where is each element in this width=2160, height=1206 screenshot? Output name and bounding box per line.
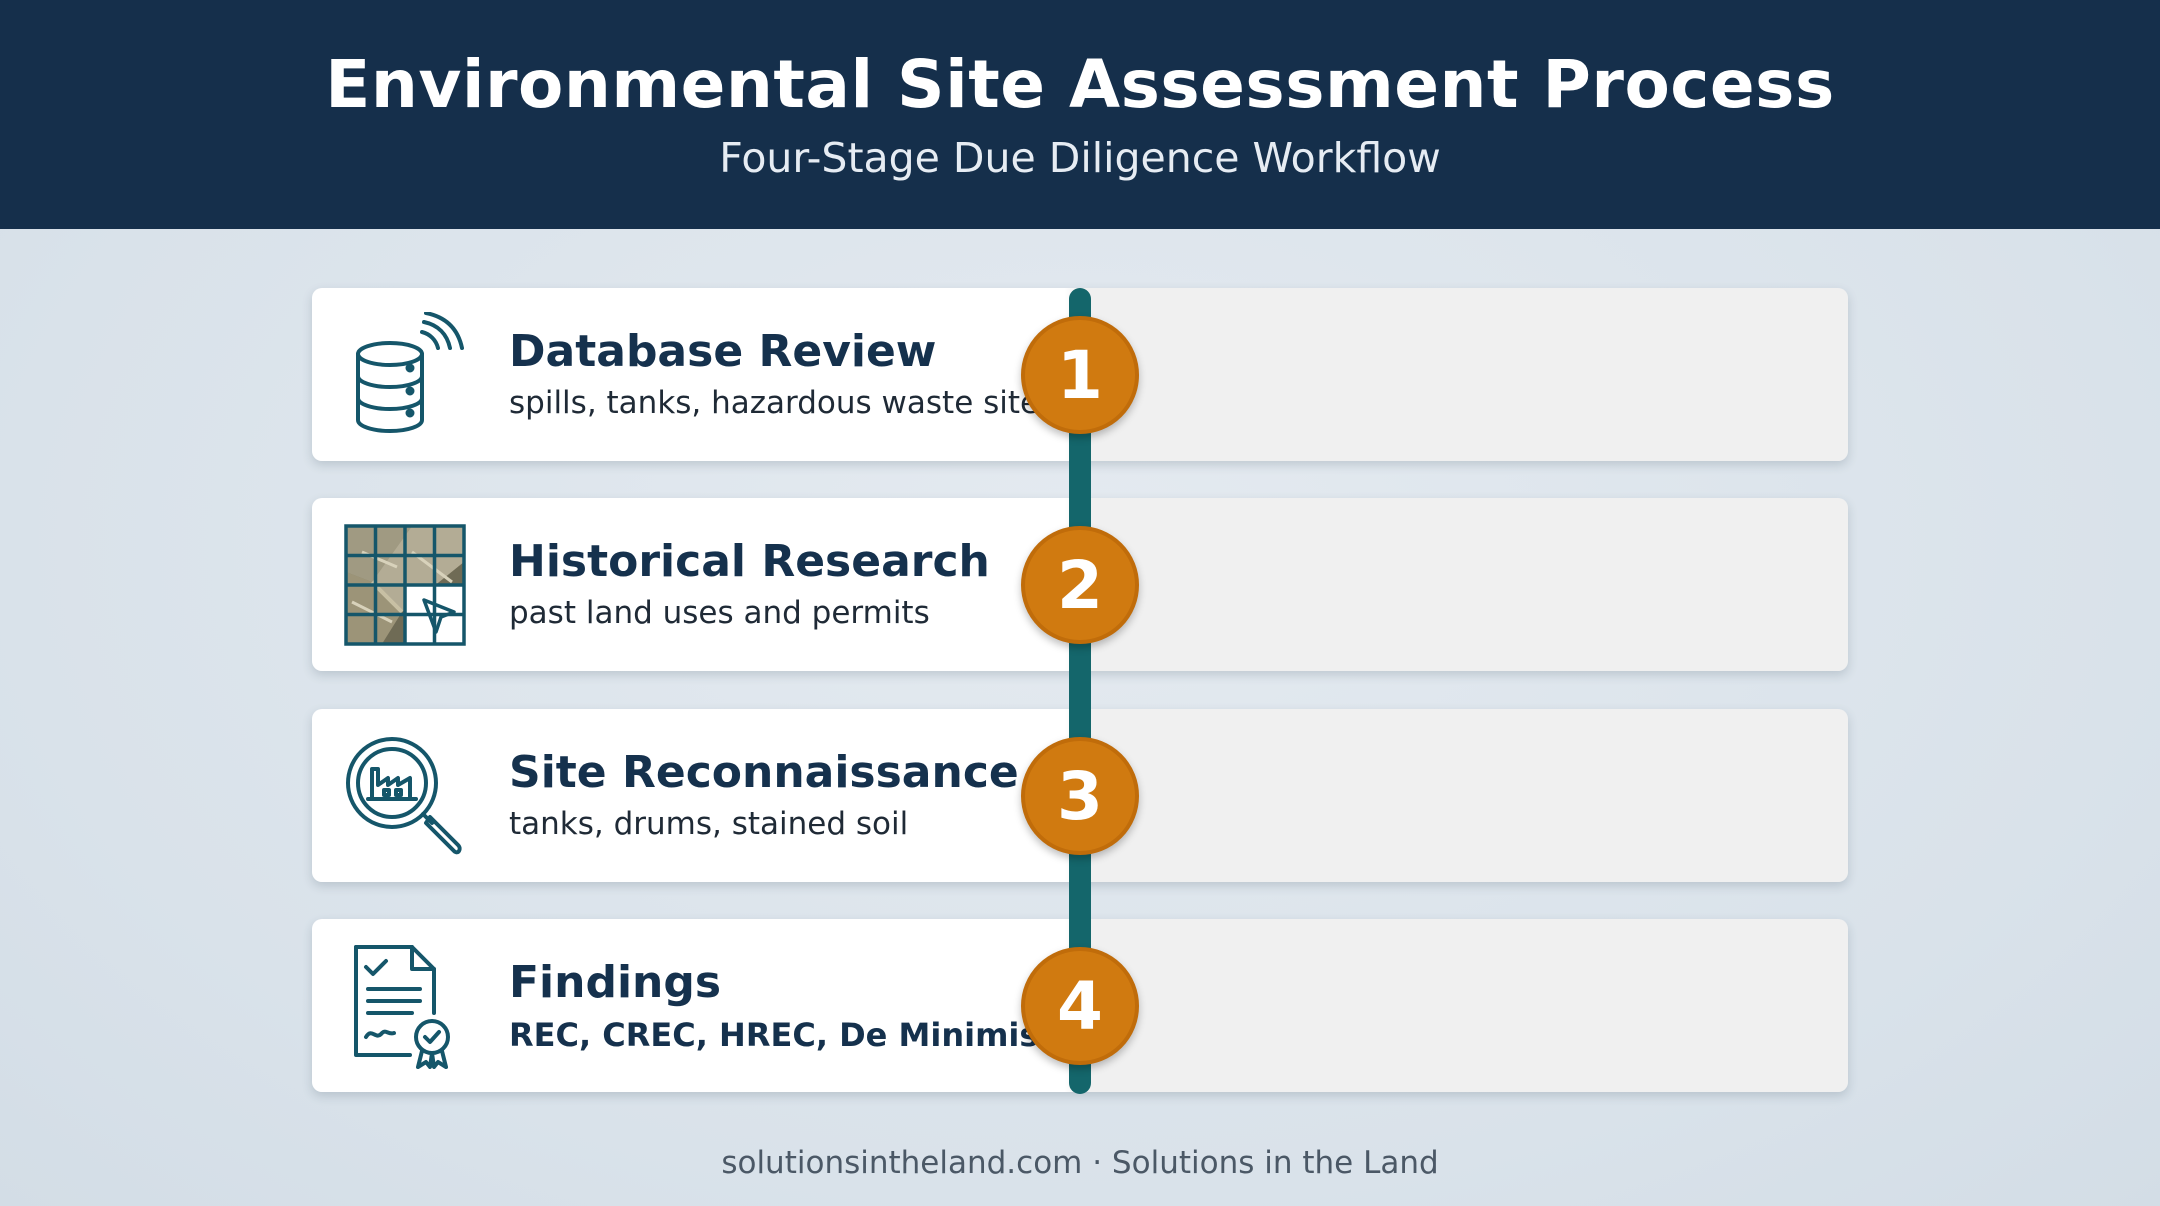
stage-number-badge: 3 — [1021, 737, 1139, 855]
page-subtitle: Four-Stage Due Diligence Workflow — [719, 134, 1441, 182]
stage-number-badge: 2 — [1021, 526, 1139, 644]
certified-report-icon — [342, 943, 468, 1069]
page-title: Environmental Site Assessment Process — [325, 46, 1835, 123]
stage-title: Site Reconnaissance — [509, 747, 1019, 798]
magnifier-factory-icon — [342, 733, 468, 859]
header-banner: Environmental Site Assessment Process Fo… — [0, 0, 2160, 229]
footer-credit: solutionsintheland.com · Solutions in th… — [721, 1145, 1439, 1181]
stage-number-badge: 1 — [1021, 316, 1139, 434]
aerial-map-icon — [342, 522, 468, 648]
stage-title: Findings — [509, 957, 722, 1008]
stage-description: REC, CREC, HREC, De Minimis — [509, 1016, 1039, 1054]
stage-description: tanks, drums, stained soil — [509, 806, 909, 842]
stage-title: Database Review — [509, 326, 937, 377]
stage-title: Historical Research — [509, 536, 990, 587]
stage-number-badge: 4 — [1021, 947, 1139, 1065]
database-icon — [342, 312, 468, 438]
stage-description: past land uses and permits — [509, 595, 930, 631]
stage-description: spills, tanks, hazardous waste sites — [509, 385, 1056, 421]
